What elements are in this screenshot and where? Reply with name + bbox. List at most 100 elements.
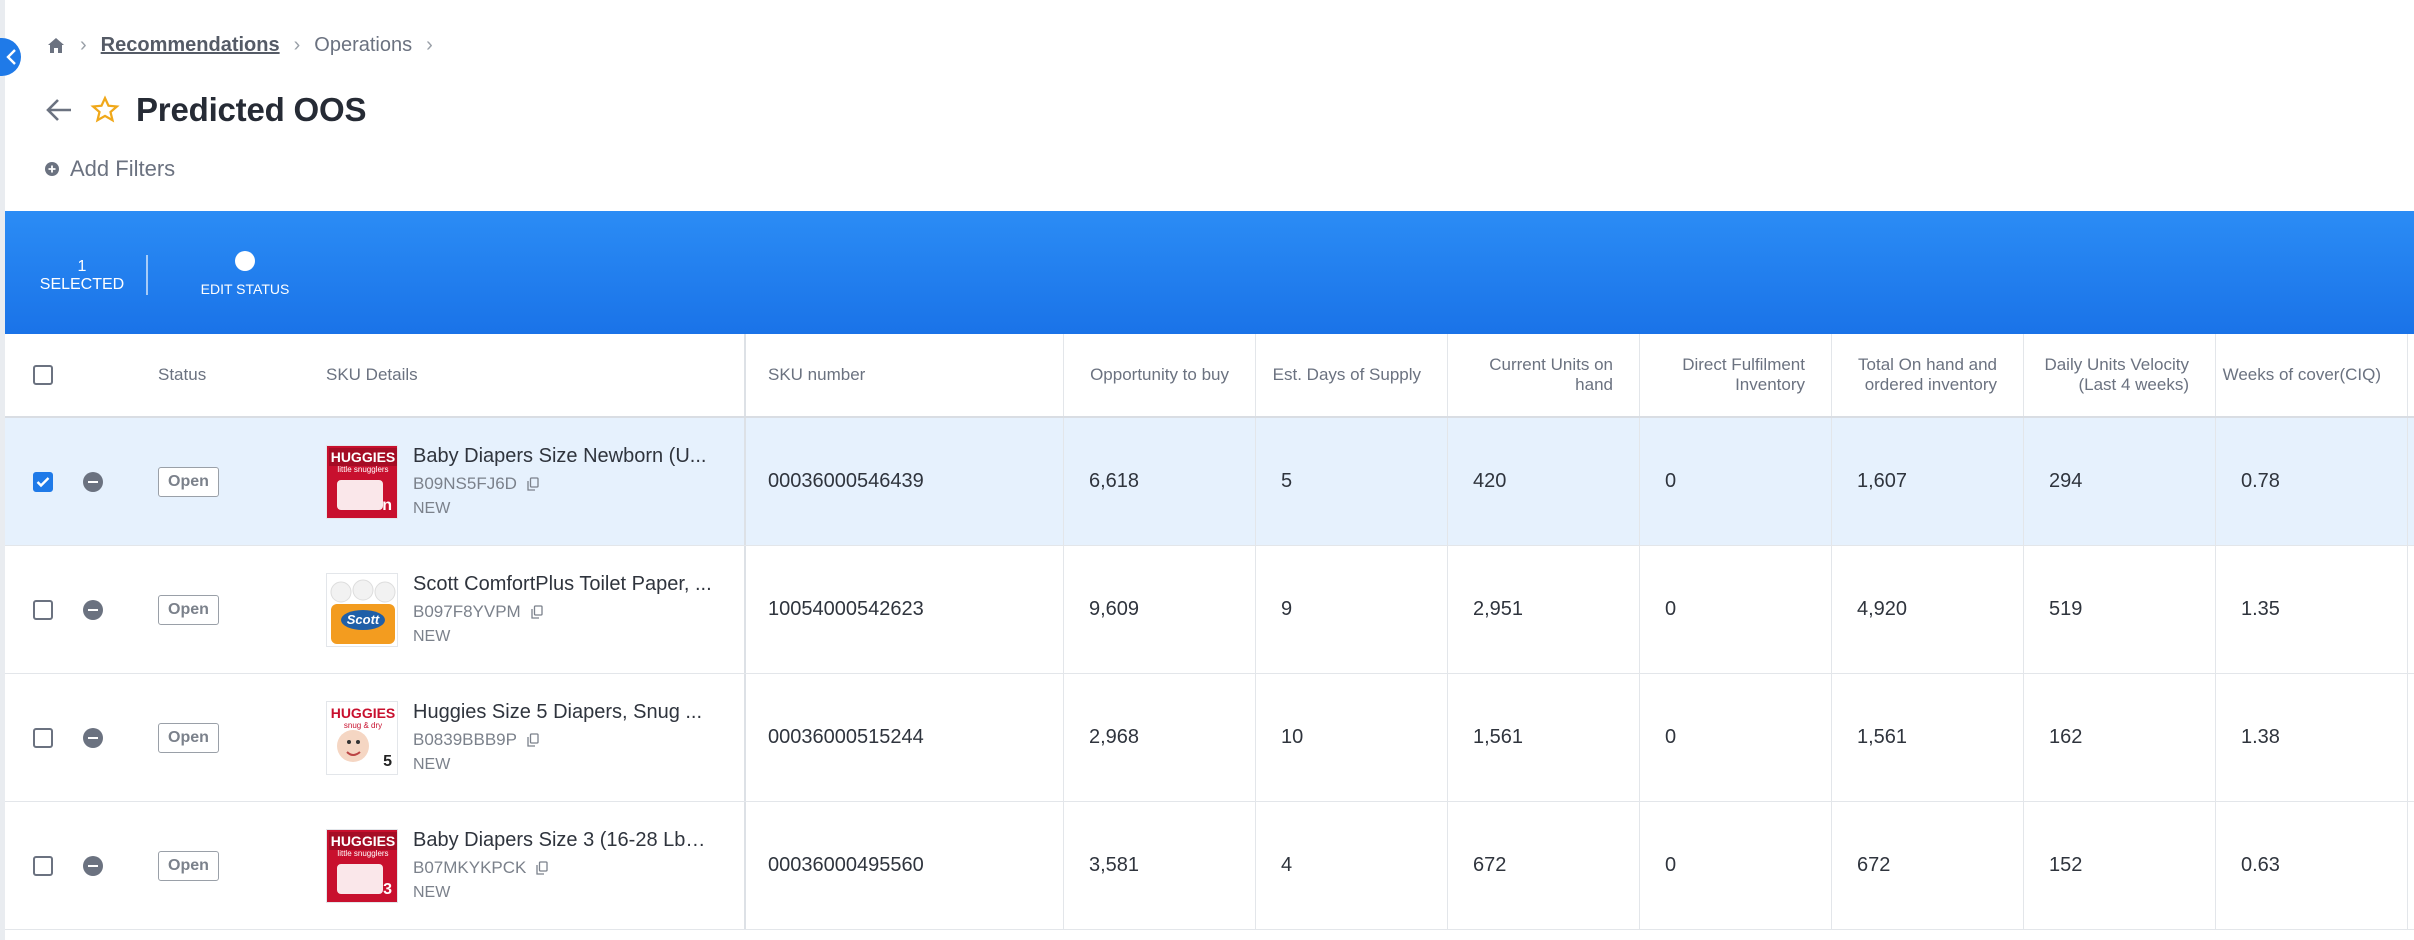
column-divider <box>744 418 746 545</box>
cell-velocity: 294 <box>2049 470 2083 492</box>
product-name[interactable]: Scott ComfortPlus Toilet Paper, ... <box>413 573 713 596</box>
row-checkbox[interactable] <box>33 855 53 876</box>
column-divider <box>1447 674 1448 801</box>
table-row[interactable]: Open HUGGIES little snugglers n Baby Dia… <box>5 418 2414 546</box>
product-image-icon <box>327 573 397 646</box>
table-row[interactable]: Open HUGGIES snug & dry 5 Huggies Size 5… <box>5 674 2414 802</box>
breadcrumb-separator: › <box>426 33 433 56</box>
minus-circle-icon[interactable] <box>83 727 103 748</box>
cell-direct-fulfilment: 0 <box>1665 470 1677 492</box>
row-exclude <box>83 418 103 545</box>
cell-weeks-cover: 0.78 <box>2241 470 2280 492</box>
product-tag: NEW <box>413 628 451 645</box>
column-divider <box>2407 546 2408 673</box>
row-exclude <box>83 674 103 801</box>
copy-icon[interactable] <box>531 605 543 619</box>
column-divider <box>1639 418 1640 545</box>
column-divider <box>2023 334 2024 416</box>
table-row[interactable]: Open Scott Scott ComfortPlus Toilet Pape… <box>5 546 2414 674</box>
back-arrow-icon[interactable] <box>44 97 74 123</box>
product-asin: B0839BBB9P <box>413 730 713 750</box>
edit-status-button[interactable]: EDIT STATUS <box>195 251 295 297</box>
title-row: Predicted OOS <box>44 88 367 132</box>
status-badge[interactable]: Open <box>158 850 219 881</box>
status-badge[interactable]: Open <box>158 594 219 625</box>
column-divider <box>1255 674 1256 801</box>
column-divider <box>2407 802 2408 929</box>
row-checkbox[interactable] <box>33 471 53 492</box>
copy-icon[interactable] <box>536 861 549 875</box>
sku-details: Scott ComfortPlus Toilet Paper, ... B097… <box>413 546 713 673</box>
column-divider <box>1639 674 1640 801</box>
header-sku-details[interactable]: SKU Details <box>326 334 418 416</box>
column-divider <box>1063 418 1064 545</box>
status-badge[interactable]: Open <box>158 722 219 753</box>
header-weeks-cover[interactable]: Weeks of cover(CIQ) <box>2215 334 2407 416</box>
column-divider <box>1639 802 1640 929</box>
product-tag: NEW <box>413 500 451 517</box>
row-status: Open <box>158 418 219 545</box>
column-divider <box>1447 334 1448 416</box>
header-days-supply[interactable]: Est. Days of Supply <box>1255 334 1447 416</box>
thumbnail-size: n <box>382 496 392 514</box>
header-velocity[interactable]: Daily Units Velocity (Last 4 weeks) <box>2023 334 2215 416</box>
product-name[interactable]: Baby Diapers Size Newborn (U... <box>413 445 713 468</box>
column-divider <box>1063 802 1064 929</box>
product-asin: B09NS5FJ6D <box>413 474 713 494</box>
thumbnail-brand: HUGGIES <box>330 704 396 721</box>
column-divider <box>2407 418 2408 545</box>
product-tag: NEW <box>413 884 451 901</box>
cell-total-inventory: 672 <box>1857 854 1891 876</box>
minus-circle-icon[interactable] <box>83 855 103 876</box>
column-divider <box>2215 418 2216 545</box>
minus-circle-icon[interactable] <box>83 599 103 620</box>
cell-units-on-hand: 672 <box>1473 854 1507 876</box>
cell-opportunity: 6,618 <box>1089 470 1140 492</box>
header-total-inventory[interactable]: Total On hand and ordered inventory <box>1831 334 2023 416</box>
sidebar-collapse-button[interactable] <box>0 38 21 76</box>
row-select <box>33 546 53 673</box>
add-filters-button[interactable]: Add Filters <box>44 154 175 184</box>
table-row[interactable]: Open HUGGIES little snugglers 3 Baby Dia… <box>5 802 2414 930</box>
asin-value: B09NS5FJ6D <box>413 474 517 493</box>
cell-days-supply: 10 <box>1281 726 1304 748</box>
cell-sku-number: 00036000495560 <box>768 854 924 876</box>
cell-units-on-hand: 420 <box>1473 470 1507 492</box>
product-thumbnail[interactable]: Scott <box>326 572 398 647</box>
product-name[interactable]: Huggies Size 5 Diapers, Snug ... <box>413 701 713 724</box>
star-icon[interactable] <box>90 95 120 125</box>
breadcrumb-recommendations[interactable]: Recommendations <box>101 34 280 57</box>
edit-status-label: EDIT STATUS <box>200 281 290 297</box>
column-divider <box>2023 674 2024 801</box>
row-checkbox[interactable] <box>33 599 53 620</box>
thumbnail-brand: HUGGIES <box>330 448 396 465</box>
cell-direct-fulfilment: 0 <box>1665 726 1677 748</box>
product-name[interactable]: Baby Diapers Size 3 (16-28 Lbs)... <box>413 829 713 852</box>
cell-units-on-hand: 1,561 <box>1473 726 1524 748</box>
copy-icon[interactable] <box>527 477 539 491</box>
copy-icon[interactable] <box>527 733 539 747</box>
cell-velocity: 519 <box>2049 598 2083 620</box>
header-opportunity[interactable]: Opportunity to buy <box>1063 334 1255 416</box>
column-divider <box>1255 802 1256 929</box>
product-thumbnail[interactable]: HUGGIES snug & dry 5 <box>326 700 398 775</box>
header-units-on-hand[interactable]: Current Units on hand <box>1447 334 1639 416</box>
select-all-checkbox[interactable] <box>33 365 53 385</box>
product-thumbnail[interactable]: HUGGIES little snugglers 3 <box>326 828 398 903</box>
cell-sku-number: 00036000546439 <box>768 470 924 492</box>
header-status[interactable]: Status <box>158 334 206 416</box>
minus-circle-icon[interactable] <box>83 471 103 492</box>
status-badge[interactable]: Open <box>158 466 219 497</box>
cell-weeks-cover: 1.38 <box>2241 726 2280 748</box>
header-direct-fulfilment[interactable]: Direct Fulfilment Inventory <box>1639 334 1831 416</box>
product-thumbnail[interactable]: HUGGIES little snugglers n <box>326 444 398 519</box>
row-thumb: HUGGIES snug & dry 5 <box>326 674 398 801</box>
thumbnail-brand: Scott <box>346 611 380 627</box>
header-sku-number[interactable]: SKU number <box>768 334 865 416</box>
breadcrumb: › Recommendations › Operations › <box>46 30 433 60</box>
row-checkbox[interactable] <box>33 727 53 748</box>
home-icon[interactable] <box>46 36 66 54</box>
breadcrumb-operations[interactable]: Operations <box>314 34 412 57</box>
column-divider <box>1063 546 1064 673</box>
row-select <box>33 674 53 801</box>
